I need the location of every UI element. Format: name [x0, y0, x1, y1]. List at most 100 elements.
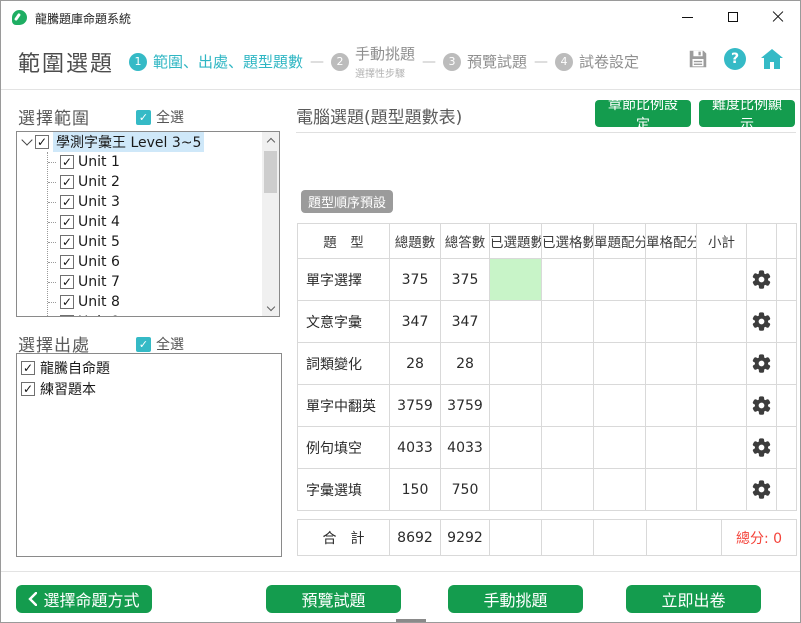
back-to-method-button[interactable]: 選擇命題方式: [16, 585, 152, 613]
tree-root-checkbox[interactable]: ✓: [35, 135, 49, 149]
cell-pts-per-question[interactable]: [594, 343, 646, 385]
scroll-down-button[interactable]: [262, 300, 279, 316]
row-settings-button[interactable]: [747, 343, 777, 385]
minimize-button[interactable]: [665, 1, 710, 33]
help-button[interactable]: ?: [723, 47, 747, 71]
range-select-all-checkbox[interactable]: ✓: [136, 110, 151, 125]
source-item[interactable]: ✓ 龍騰自命題: [21, 357, 277, 378]
cell-pts-per-cell[interactable]: [646, 385, 697, 427]
cell-selected-cells[interactable]: [542, 343, 594, 385]
close-button[interactable]: [755, 1, 800, 33]
source-select-all-checkbox[interactable]: ✓: [136, 337, 151, 352]
difficulty-ratio-button[interactable]: 難度比例顯示: [699, 100, 795, 127]
scrollbar-thumb[interactable]: [264, 151, 277, 193]
unit-label[interactable]: Unit 1: [78, 154, 120, 170]
unit-checkbox[interactable]: ✓: [60, 295, 74, 309]
cell-selected-cells[interactable]: [542, 385, 594, 427]
cell-selected-cells[interactable]: [542, 301, 594, 343]
step-2[interactable]: 2手動挑題選擇性步驟: [331, 43, 415, 80]
cell-selected-cells[interactable]: [542, 427, 594, 469]
question-order-preset-button[interactable]: 題型順序預設: [301, 190, 393, 213]
source-label[interactable]: 龍騰自命題: [40, 358, 110, 378]
unit-checkbox[interactable]: ✓: [60, 175, 74, 189]
unit-checkbox[interactable]: ✓: [60, 215, 74, 229]
range-select-all[interactable]: ✓ 全選: [136, 107, 184, 127]
unit-checkbox[interactable]: ✓: [60, 315, 74, 317]
unit-label[interactable]: Unit 3: [78, 194, 120, 210]
tree-root-label[interactable]: 學測字彙王 Level 3~5: [53, 132, 204, 152]
source-label[interactable]: 練習題本: [40, 379, 96, 399]
manual-pick-button[interactable]: 手動挑題: [448, 585, 583, 613]
cell-selected-cells[interactable]: [542, 259, 594, 301]
unit-label[interactable]: Unit 8: [78, 294, 120, 310]
unit-label[interactable]: Unit 9: [78, 314, 120, 317]
preview-questions-button[interactable]: 預覽試題: [266, 585, 401, 613]
tree-unit-item[interactable]: ✓ Unit 9: [48, 312, 262, 317]
total-selected-questions: [490, 520, 542, 556]
row-settings-button[interactable]: [747, 259, 777, 301]
cell-pts-per-cell[interactable]: [646, 343, 697, 385]
tree-unit-item[interactable]: ✓ Unit 4: [48, 212, 262, 232]
scroll-up-button[interactable]: [262, 132, 279, 148]
tree-scrollbar[interactable]: [262, 132, 279, 316]
cell-selected-questions[interactable]: [490, 301, 542, 343]
cell-selected-questions[interactable]: [490, 385, 542, 427]
cell-pts-per-cell[interactable]: [646, 427, 697, 469]
row-settings-button[interactable]: [747, 385, 777, 427]
cell-pts-per-cell[interactable]: [646, 301, 697, 343]
unit-checkbox[interactable]: ✓: [60, 195, 74, 209]
tree-unit-item[interactable]: ✓ Unit 7: [48, 272, 262, 292]
chapter-ratio-button[interactable]: 章節比例設定: [595, 100, 691, 127]
tree-unit-item[interactable]: ✓ Unit 8: [48, 292, 262, 312]
save-button[interactable]: [686, 47, 710, 71]
cell-selected-questions[interactable]: [490, 259, 542, 301]
cell-pts-per-question[interactable]: [594, 259, 646, 301]
column-header: 題 型: [298, 224, 390, 259]
source-checkbox[interactable]: ✓: [21, 361, 35, 375]
home-button[interactable]: [760, 47, 784, 71]
row-settings-button[interactable]: [747, 427, 777, 469]
chevron-left-icon: [28, 592, 37, 606]
unit-label[interactable]: Unit 5: [78, 234, 120, 250]
step-4[interactable]: 4試卷設定: [555, 51, 639, 72]
cell-pts-per-question[interactable]: [594, 301, 646, 343]
tree-unit-item[interactable]: ✓ Unit 6: [48, 252, 262, 272]
tree-unit-item[interactable]: ✓ Unit 2: [48, 172, 262, 192]
cell-total-questions: 28: [390, 343, 441, 385]
row-settings-button[interactable]: [747, 301, 777, 343]
cell-subtotal: [697, 259, 747, 301]
unit-label[interactable]: Unit 4: [78, 214, 120, 230]
window-resize-grip[interactable]: [396, 619, 426, 622]
cell-selected-questions[interactable]: [490, 343, 542, 385]
cell-spacer: [777, 427, 797, 469]
tree-unit-item[interactable]: ✓ Unit 5: [48, 232, 262, 252]
maximize-button[interactable]: [710, 1, 755, 33]
cell-pts-per-question[interactable]: [594, 469, 646, 511]
source-checkbox[interactable]: ✓: [21, 382, 35, 396]
tree-root-item[interactable]: ✓ 學測字彙王 Level 3~5: [17, 132, 262, 152]
unit-checkbox[interactable]: ✓: [60, 255, 74, 269]
unit-label[interactable]: Unit 2: [78, 174, 120, 190]
cell-selected-questions[interactable]: [490, 469, 542, 511]
source-select-all[interactable]: ✓ 全選: [136, 334, 184, 354]
step-3[interactable]: 3預覽試題: [443, 51, 527, 72]
row-settings-button[interactable]: [747, 469, 777, 511]
unit-label[interactable]: Unit 7: [78, 274, 120, 290]
unit-label[interactable]: Unit 6: [78, 254, 120, 270]
tree-unit-item[interactable]: ✓ Unit 3: [48, 192, 262, 212]
chevron-down-icon[interactable]: [21, 134, 32, 145]
unit-checkbox[interactable]: ✓: [60, 155, 74, 169]
unit-checkbox[interactable]: ✓: [60, 235, 74, 249]
cell-pts-per-question[interactable]: [594, 427, 646, 469]
cell-selected-questions[interactable]: [490, 427, 542, 469]
cell-selected-cells[interactable]: [542, 469, 594, 511]
cell-pts-per-cell[interactable]: [646, 469, 697, 511]
tree-unit-item[interactable]: ✓ Unit 1: [48, 152, 262, 172]
cell-pts-per-question[interactable]: [594, 385, 646, 427]
generate-exam-button[interactable]: 立即出卷: [626, 585, 761, 613]
cell-subtotal: [697, 343, 747, 385]
step-1[interactable]: 1範圍、出處、題型題數: [129, 51, 303, 72]
unit-checkbox[interactable]: ✓: [60, 275, 74, 289]
source-item[interactable]: ✓ 練習題本: [21, 378, 277, 399]
cell-pts-per-cell[interactable]: [646, 259, 697, 301]
